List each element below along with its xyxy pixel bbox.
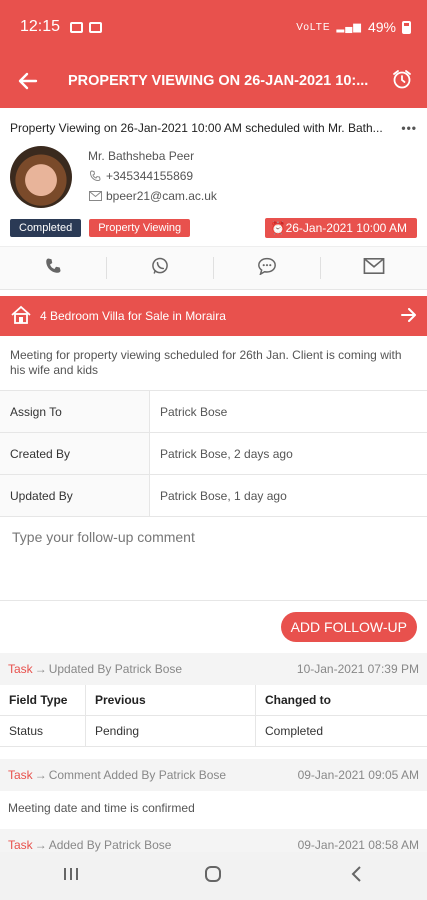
avatar xyxy=(10,146,72,208)
mail-small-icon xyxy=(88,189,102,203)
arrow-left-icon[interactable] xyxy=(18,68,52,94)
email-icon xyxy=(363,257,385,279)
volte-icon: VoLTE xyxy=(296,21,331,33)
status-time: 12:15 xyxy=(20,18,61,35)
battery-icon xyxy=(402,20,411,34)
contact-name: Mr. Bathsheba Peer xyxy=(88,149,195,163)
signal-icon: ▂▄▆ xyxy=(336,21,362,33)
log-header: Task → Comment Added By Patrick Bose 09-… xyxy=(0,759,427,791)
battery-level: 49% xyxy=(367,19,396,35)
system-nav-bar xyxy=(0,852,427,900)
alarm-clock-icon[interactable] xyxy=(383,68,413,95)
table-row: Status Pending Completed xyxy=(0,716,427,747)
page-title: PROPERTY VIEWING ON 26-JAN-2021 10:... xyxy=(68,73,369,89)
activity-summary: Property Viewing on 26-Jan-2021 10:00 AM… xyxy=(0,108,427,238)
status-badge: Completed xyxy=(10,219,82,237)
comment-log-text: Meeting date and time is confirmed xyxy=(8,801,195,815)
back-icon[interactable] xyxy=(326,865,386,887)
call-button[interactable] xyxy=(0,257,107,279)
detail-row-updated: Updated By Patrick Bose, 1 day ago xyxy=(0,475,427,517)
contact-phone: +345344155869 xyxy=(106,169,194,183)
datetime-badge: ⏰26-Jan-2021 10:00 AM xyxy=(264,218,417,238)
followup-comment-input[interactable]: Type your follow-up comment xyxy=(0,517,427,601)
recents-icon[interactable] xyxy=(41,866,101,887)
detail-row-assign: Assign To Patrick Bose xyxy=(0,391,427,433)
add-followup-button[interactable]: ADD FOLLOW-UP xyxy=(280,612,417,642)
contact-actions xyxy=(0,246,427,290)
log-header: Task → Updated By Patrick Bose 10-Jan-20… xyxy=(0,653,427,685)
detail-row-created: Created By Patrick Bose, 2 days ago xyxy=(0,433,427,475)
gallery-notification-icon xyxy=(70,21,84,33)
more-options-icon[interactable]: ••• xyxy=(395,121,417,135)
app-bar: PROPERTY VIEWING ON 26-JAN-2021 10:... xyxy=(0,54,427,108)
contact-phone-row[interactable]: +345344155869 xyxy=(88,166,217,186)
change-table-header: Field Type Previous Changed to xyxy=(0,685,427,716)
email-button[interactable] xyxy=(321,257,427,279)
sms-icon xyxy=(257,257,277,280)
house-icon xyxy=(10,305,32,328)
whatsapp-icon xyxy=(150,256,170,281)
contact-card: Mr. Bathsheba Peer +345344155869 bpeer21… xyxy=(10,146,417,208)
whatsapp-button[interactable] xyxy=(107,257,214,279)
home-icon[interactable] xyxy=(183,865,243,888)
contact-email: bpeer21@cam.ac.uk xyxy=(106,189,217,203)
change-table: Field Type Previous Changed to Status Pe… xyxy=(0,685,427,747)
phone-icon xyxy=(44,257,62,280)
summary-text: Property Viewing on 26-Jan-2021 10:00 AM… xyxy=(10,121,383,135)
phone-small-icon xyxy=(88,169,102,183)
activity-description: Meeting for property viewing scheduled f… xyxy=(0,336,427,391)
property-link[interactable]: 4 Bedroom Villa for Sale in Moraira xyxy=(0,296,427,336)
badge-row: Completed Property Viewing ⏰26-Jan-2021 … xyxy=(10,218,417,238)
alarm-small-icon: ⏰ xyxy=(270,221,286,235)
property-name: 4 Bedroom Villa for Sale in Moraira xyxy=(40,309,226,323)
details-table: Assign To Patrick Bose Created By Patric… xyxy=(0,391,427,517)
status-bar: 12:15 VoLTE ▂▄▆ 49% xyxy=(0,0,427,54)
arrow-right-icon xyxy=(401,306,417,327)
mail-notification-icon xyxy=(89,21,103,33)
type-badge: Property Viewing xyxy=(89,219,191,237)
sms-button[interactable] xyxy=(214,257,321,279)
contact-email-row[interactable]: bpeer21@cam.ac.uk xyxy=(88,186,217,206)
